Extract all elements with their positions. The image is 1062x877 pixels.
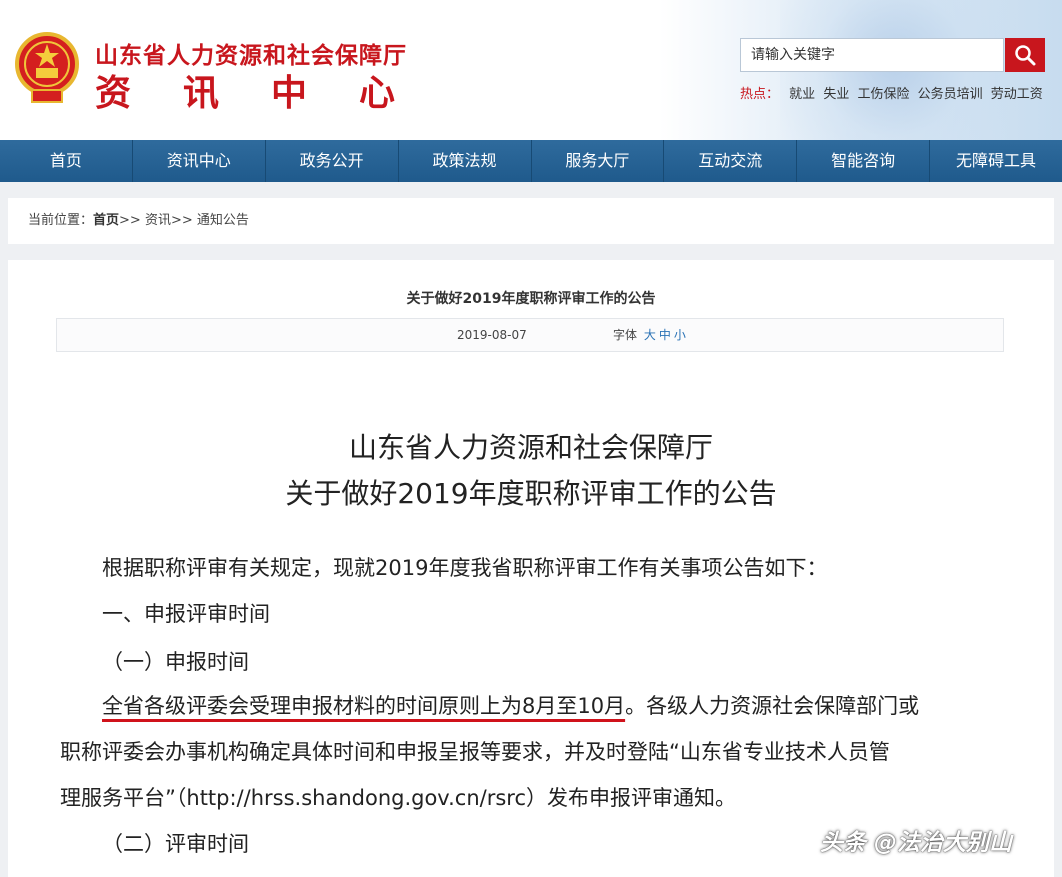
body-paragraph-line: 理服务平台”（http://hrss.shandong.gov.cn/rsrc）… [60,786,737,810]
article-meta: 2019-08-07 字体 大中小 [56,318,1004,352]
nav-item-home[interactable]: 首页 [0,140,133,182]
national-emblem-icon [15,32,79,103]
hot-item-unemployment[interactable]: 失业 [823,87,849,102]
site-subtitle[interactable]: 资 讯 中 心 [95,64,395,116]
body-prefix: 全省 [102,694,144,718]
font-size-control: 字体 大中小 [613,319,686,351]
subtitle-char: 心 [358,72,395,114]
body-paragraph-line: 职称评委会办事机构确定具体时间和申报呈报等要求，并及时登陆“山东省专业技术人员管 [60,740,890,764]
watermark: 头条 @法治大别山 [820,830,1013,856]
subtitle-char: 资 [95,72,132,114]
article-title: 关于做好2019年度职称评审工作的公告 [406,291,656,307]
nav-item-interaction[interactable]: 互动交流 [664,140,798,182]
nav-item-government-affairs[interactable]: 政务公开 [266,140,399,182]
main-nav: 首页 资讯中心 政务公开 政策法规 服务大厅 互动交流 智能咨询 无障碍工具 [0,140,1062,182]
hot-label: 热点： [740,87,780,102]
article-panel: 关于做好2019年度职称评审工作的公告 2019-08-07 字体 大中小 山东… [8,260,1054,877]
hot-item-labor-wages[interactable]: 劳动工资 [991,87,1043,102]
subtitle-char: 讯 [182,72,219,114]
breadcrumb-home[interactable]: 首页 [93,213,119,228]
font-size-medium[interactable]: 中 [659,328,671,342]
breadcrumb-notices[interactable]: 通知公告 [197,213,249,228]
hot-item-civil-servant-training[interactable]: 公务员培训 [918,87,983,102]
subsection-heading: （一）申报时间 [102,650,249,674]
nav-item-accessibility[interactable]: 无障碍工具 [930,140,1062,182]
nav-item-news-center[interactable]: 资讯中心 [133,140,266,182]
site-header: 山东省人力资源和社会保障厅 资 讯 中 心 请输入关键字 热点： 就业 失业 工… [0,0,1062,140]
breadcrumb: 当前位置：首页>> 资讯>> 通知公告 [8,198,1054,244]
article-date: 2019-08-07 [457,328,527,342]
nav-item-smart-consult[interactable]: 智能咨询 [797,140,931,182]
document-heading-line2: 关于做好2019年度职称评审工作的公告 [285,477,777,510]
font-size-small[interactable]: 小 [674,328,686,342]
highlighted-text: 各级评委会受理申报材料的时间原则上为8月至10月 [144,694,626,718]
document-heading-line1: 山东省人力资源和社会保障厅 [348,431,713,464]
font-label: 字体 [613,328,638,342]
search-icon [1015,45,1036,66]
body-paragraph-line: 全省各级评委会受理申报材料的时间原则上为8月至10月。各级人力资源社会保障部门或 [102,690,1062,720]
breadcrumb-separator: >> [119,213,141,228]
subtitle-char: 中 [270,72,307,114]
font-size-large[interactable]: 大 [644,328,656,342]
search-button[interactable] [1005,38,1045,72]
breadcrumb-separator: >> [170,213,193,228]
nav-item-policies[interactable]: 政策法规 [399,140,532,182]
intro-paragraph: 根据职称评审有关规定，现就2019年度我省职称评审工作有关事项公告如下： [102,556,828,580]
section-heading: 一、申报评审时间 [102,602,270,626]
hot-item-injury-insurance[interactable]: 工伤保险 [857,87,909,102]
nav-item-service-hall[interactable]: 服务大厅 [532,140,665,182]
breadcrumb-news[interactable]: 资讯 [145,213,171,228]
breadcrumb-prefix: 当前位置： [28,213,94,228]
hot-topics: 热点： 就业 失业 工伤保险 公务员培训 劳动工资 [740,83,1062,102]
hot-item-employment[interactable]: 就业 [789,87,815,102]
body-suffix: 。各级人力资源社会保障部门或 [625,694,920,718]
search-input[interactable]: 请输入关键字 [740,38,1004,72]
